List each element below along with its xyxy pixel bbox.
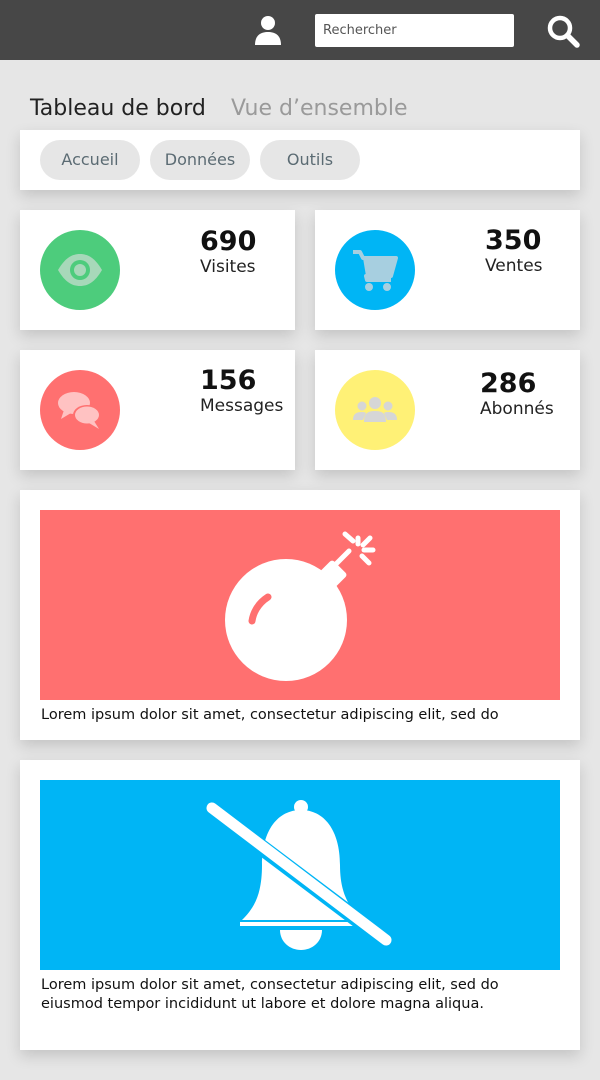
stat-card-ventes: 350 Ventes	[315, 210, 580, 330]
stat-circle	[40, 370, 120, 450]
eye-icon	[58, 254, 102, 286]
stat-card-messages: 156 Messages	[20, 350, 295, 470]
page-title: Tableau de bord	[30, 96, 206, 121]
tab-accueil[interactable]: Accueil	[40, 140, 140, 180]
card-text: Lorem ipsum dolor sit amet, consectetur …	[41, 977, 499, 1012]
stat-circle	[335, 370, 415, 450]
stat-value: 156	[200, 365, 257, 396]
card-banner	[40, 780, 560, 970]
stat-circle	[335, 230, 415, 310]
stat-label: Visites	[200, 257, 256, 277]
stat-label: Messages	[200, 396, 284, 416]
stat-value: 286	[480, 368, 537, 399]
stat-value: 690	[200, 226, 257, 257]
bell-slash-icon	[204, 800, 398, 952]
tab-outils[interactable]: Outils	[260, 140, 360, 180]
top-bar	[0, 0, 600, 60]
stat-value: 350	[485, 225, 542, 256]
chat-icon	[58, 392, 101, 429]
stat-label: Ventes	[485, 256, 543, 276]
media-card-bomb: Lorem ipsum dolor sit amet, consectetur …	[20, 490, 580, 740]
search-icon[interactable]	[546, 14, 580, 48]
media-card-bell: Lorem ipsum dolor sit amet, consectetur …	[20, 760, 580, 1050]
tab-donnees[interactable]: Données	[150, 140, 250, 180]
card-text: Lorem ipsum dolor sit amet, consectetur …	[41, 707, 499, 723]
search-input[interactable]	[315, 14, 514, 47]
stat-circle	[40, 230, 120, 310]
group-icon	[353, 397, 397, 422]
page-subtitle: Vue d’ensemble	[231, 96, 408, 121]
tabs-bar: Accueil Données Outils	[20, 130, 580, 190]
user-icon[interactable]	[252, 14, 284, 46]
bomb-icon	[225, 531, 376, 681]
stat-card-visites: 690 Visites	[20, 210, 295, 330]
stat-card-abonnes: 286 Abonnés	[315, 350, 580, 470]
stat-label: Abonnés	[480, 399, 554, 419]
cart-icon	[353, 250, 398, 291]
card-banner	[40, 510, 560, 700]
